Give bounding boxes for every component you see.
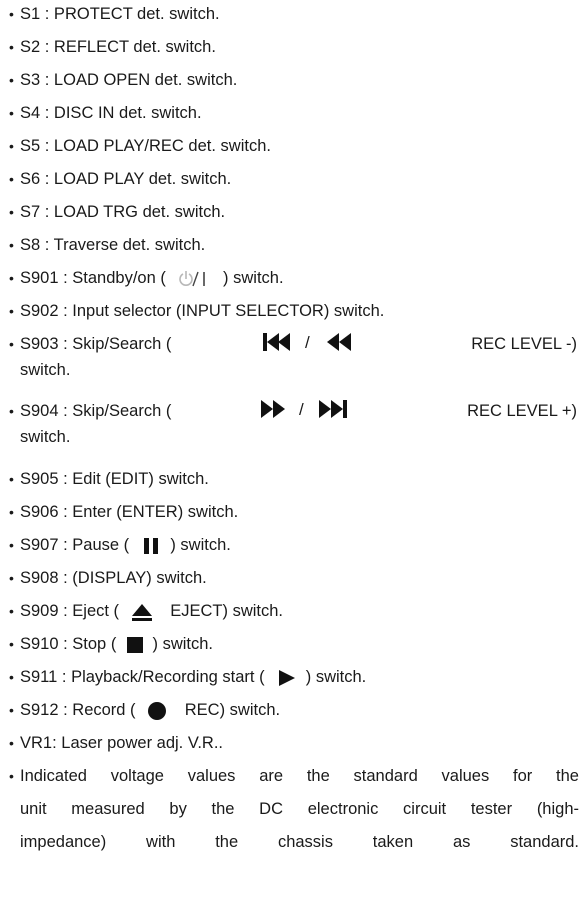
bullet: • xyxy=(9,504,14,520)
bullet: • xyxy=(9,105,14,121)
pause-icon xyxy=(140,536,162,556)
item-text: ) switch. xyxy=(170,536,231,554)
bullet: • xyxy=(9,72,14,88)
item-text: S7 : LOAD TRG det. switch. xyxy=(20,203,226,221)
item-text: S8 : Traverse det. switch. xyxy=(20,236,206,254)
bullet: • xyxy=(9,204,14,220)
item-text: ) switch. xyxy=(305,668,367,686)
item-text: S905 : Edit (EDIT) switch. xyxy=(20,470,209,488)
list-item: • S910 : Stop ( ) switch. xyxy=(9,631,579,657)
bullet: • xyxy=(9,303,14,319)
bullet: • xyxy=(9,6,14,22)
list-item: • S912 : Record ( REC) switch. xyxy=(9,697,579,723)
list-item: • S905 : Edit (EDIT) switch. xyxy=(9,466,579,492)
list-item: • S903 : Skip/Search ( / REC LEVEL -) swi… xyxy=(9,331,579,383)
bullet: • xyxy=(9,603,14,619)
bullet: • xyxy=(9,171,14,187)
note-line: impedance) with the chassis taken as sta… xyxy=(20,833,579,851)
item-text: REC) switch. xyxy=(184,701,281,719)
bullet: • xyxy=(9,403,14,419)
item-text: S901 : Standby/on ( xyxy=(20,269,166,287)
item-text: S4 : DISC IN det. switch. xyxy=(20,104,202,122)
bullet: • xyxy=(9,636,14,652)
list-item: • S907 : Pause ( ) switch. xyxy=(9,532,579,558)
stop-icon xyxy=(125,635,145,655)
bullet: • xyxy=(9,237,14,253)
list-item: • S906 : Enter (ENTER) switch. xyxy=(9,499,579,525)
item-text: EJECT) switch. xyxy=(170,602,284,620)
item-text: S907 : Pause ( xyxy=(20,536,130,554)
bullet: • xyxy=(9,336,14,352)
list-item: • S904 : Skip/Search ( / REC LEVEL +) swi… xyxy=(9,398,579,450)
bullet: • xyxy=(9,669,14,685)
list-item: • S911 : Playback/Recording start ( ) swi… xyxy=(9,664,579,690)
item-text: REC LEVEL -) xyxy=(471,335,577,353)
list-item: • S3 : LOAD OPEN det. switch. xyxy=(9,67,579,93)
list-item: • S7 : LOAD TRG det. switch. xyxy=(9,199,579,225)
note-line: Indicated voltage values are the standar… xyxy=(20,767,579,785)
item-text: S909 : Eject ( xyxy=(20,602,120,620)
play-icon xyxy=(275,668,297,688)
item-text: S5 : LOAD PLAY/REC det. switch. xyxy=(20,137,271,155)
item-text: S906 : Enter (ENTER) switch. xyxy=(20,503,239,521)
list-item: • VR1: Laser power adj. V.R.. xyxy=(9,730,579,756)
item-text: ) switch. xyxy=(152,635,214,653)
standby-on-icon xyxy=(176,269,214,289)
bullet: • xyxy=(9,471,14,487)
eject-icon xyxy=(130,602,154,622)
list-item: • S8 : Traverse det. switch. xyxy=(9,232,579,258)
item-text: ) switch. xyxy=(223,269,284,287)
list-item: • S1 : PROTECT det. switch. xyxy=(9,1,579,27)
record-icon xyxy=(146,701,168,721)
list-item: • S4 : DISC IN det. switch. xyxy=(9,100,579,126)
bullet: • xyxy=(9,537,14,553)
item-text-continuation: switch. xyxy=(20,361,71,379)
item-text: S908 : (DISPLAY) switch. xyxy=(20,569,207,587)
list-item: • S902 : Input selector (INPUT SELECTOR) … xyxy=(9,298,579,324)
list-item: • S901 : Standby/on ( ) switch. xyxy=(9,265,579,291)
switch-legend-page: • S1 : PROTECT det. switch. • S2 : REFLECT… xyxy=(0,0,585,905)
item-text: S1 : PROTECT det. switch. xyxy=(20,5,220,23)
list-item: • S6 : LOAD PLAY det. switch. xyxy=(9,166,579,192)
list-item: • S908 : (DISPLAY) switch. xyxy=(9,565,579,591)
item-text: S903 : Skip/Search ( xyxy=(20,335,172,353)
svg-text:/: / xyxy=(299,400,304,419)
bullet: • xyxy=(9,768,14,784)
list-item: • S909 : Eject ( EJECT) switch. xyxy=(9,598,579,624)
bullet: • xyxy=(9,270,14,286)
item-text: S6 : LOAD PLAY det. switch. xyxy=(20,170,232,188)
item-text: S2 : REFLECT det. switch. xyxy=(20,38,216,56)
item-text: VR1: Laser power adj. V.R.. xyxy=(20,734,223,752)
item-text: REC LEVEL +) xyxy=(467,402,577,420)
bullet: • xyxy=(9,735,14,751)
fast-forward-skip-forward-icon: / xyxy=(253,398,385,420)
list-item: • S2 : REFLECT det. switch. xyxy=(9,34,579,60)
item-text-continuation: switch. xyxy=(20,428,71,446)
item-text: S3 : LOAD OPEN det. switch. xyxy=(20,71,238,89)
item-text: S902 : Input selector (INPUT SELECTOR) s… xyxy=(20,302,385,320)
item-text: S912 : Record ( xyxy=(20,701,136,719)
note-line: unit measured by the DC electronic circu… xyxy=(20,800,579,818)
skip-back-search-back-icon: / xyxy=(255,331,387,353)
list-item: • S5 : LOAD PLAY/REC det. switch. xyxy=(9,133,579,159)
item-text: S910 : Stop ( xyxy=(20,635,117,653)
bullet: • xyxy=(9,702,14,718)
bullet: • xyxy=(9,570,14,586)
svg-text:/: / xyxy=(305,333,310,352)
bullet: • xyxy=(9,39,14,55)
bullet: • xyxy=(9,138,14,154)
note-paragraph: • Indicated voltage values are the standa… xyxy=(9,763,579,855)
item-text: S911 : Playback/Recording start ( xyxy=(20,668,265,686)
item-text: S904 : Skip/Search ( xyxy=(20,402,172,420)
